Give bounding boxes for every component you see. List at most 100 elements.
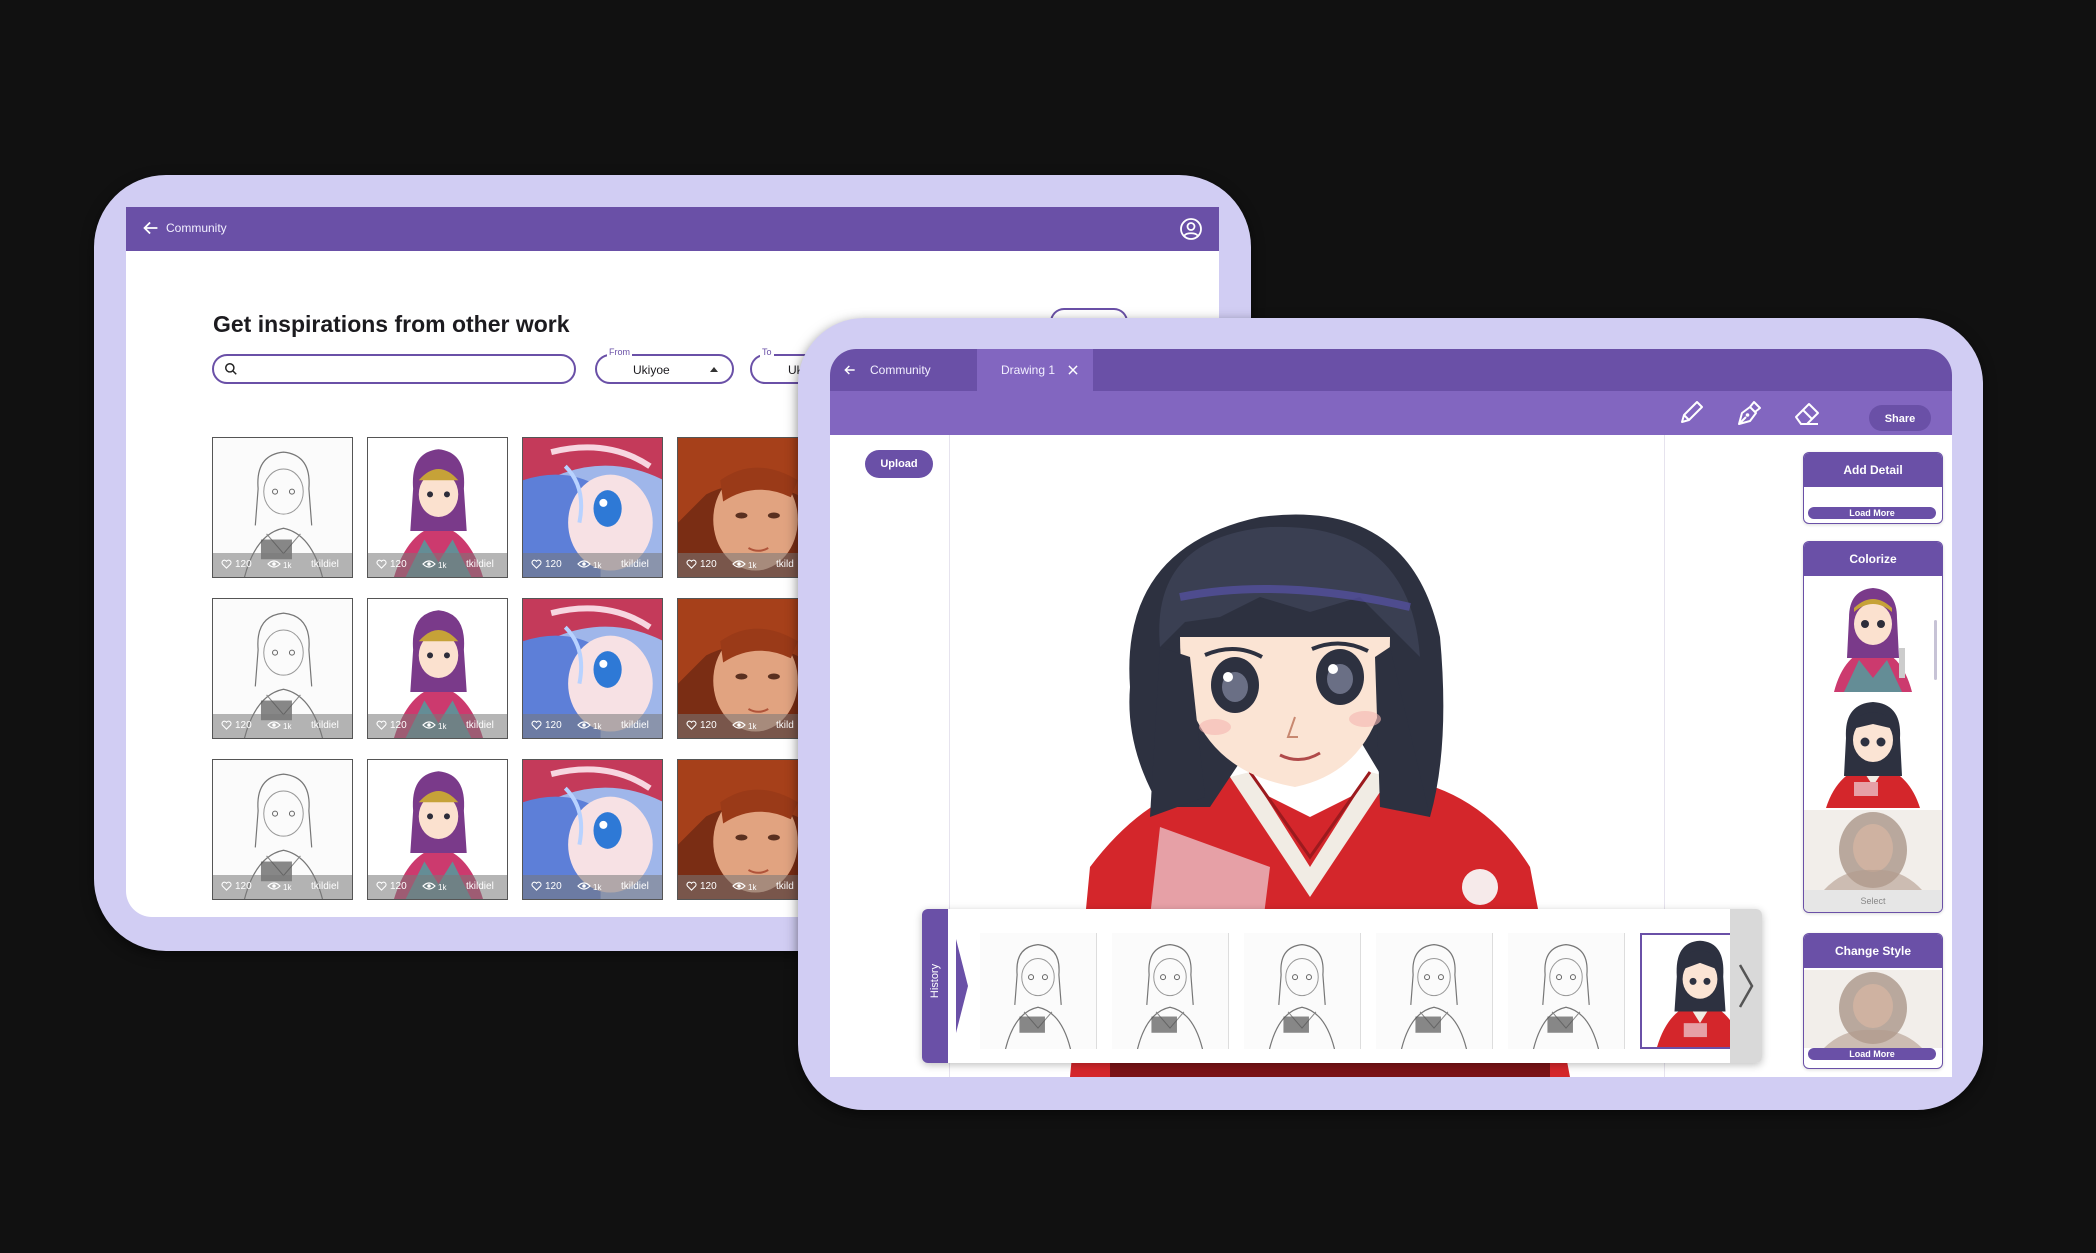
history-prev-indicator[interactable] <box>956 939 968 1033</box>
likes-count: 120 <box>390 559 407 570</box>
heart-icon[interactable] <box>531 881 542 894</box>
heart-icon[interactable] <box>686 720 697 733</box>
history-item[interactable] <box>980 933 1097 1049</box>
likes-count: 120 <box>700 881 717 892</box>
views-count: 1k <box>748 883 757 892</box>
colorize-option-2[interactable] <box>1804 694 1942 808</box>
heart-icon[interactable] <box>221 720 232 733</box>
heart-icon[interactable] <box>686 559 697 572</box>
history-tab[interactable]: History <box>922 909 948 1063</box>
history-thumbnail <box>980 933 1096 1049</box>
history-item[interactable] <box>1508 933 1625 1049</box>
colorize-panel: Colorize Select <box>1803 541 1943 913</box>
username[interactable]: tkildiel <box>311 559 339 570</box>
gallery-item[interactable]: 120 1k tkild <box>677 759 818 900</box>
username[interactable]: tkildiel <box>311 881 339 892</box>
gallery-item[interactable]: 120 1k tkildiel <box>522 437 663 578</box>
gallery-item[interactable]: 120 1k tkildiel <box>212 437 353 578</box>
username[interactable]: tkildiel <box>466 720 494 731</box>
history-thumbnail <box>1508 933 1624 1049</box>
pen-nib-icon[interactable] <box>1733 397 1765 429</box>
username[interactable]: tkildiel <box>621 881 649 892</box>
back-arrow-icon[interactable] <box>842 362 858 378</box>
gallery-item[interactable]: 120 1k tkildiel <box>212 598 353 739</box>
chevron-right-icon <box>1738 964 1754 1008</box>
eye-icon <box>267 720 281 733</box>
tab-community[interactable]: Community <box>830 349 977 391</box>
views-count: 1k <box>748 722 757 731</box>
colorize-option-3[interactable] <box>1804 810 1942 890</box>
views-count: 1k <box>438 561 447 570</box>
change-style-option-1[interactable] <box>1804 970 1942 1048</box>
heart-icon[interactable] <box>376 559 387 572</box>
likes-count: 120 <box>545 559 562 570</box>
gallery-item[interactable]: 120 1k tkild <box>677 437 818 578</box>
tab-community-label: Community <box>870 363 931 377</box>
gallery-item[interactable]: 120 1k tkildiel <box>522 759 663 900</box>
views-count: 1k <box>283 883 292 892</box>
gallery-item-stats: 120 1k tkildiel <box>213 875 352 899</box>
views-count: 1k <box>438 883 447 892</box>
views-count: 1k <box>283 722 292 731</box>
change-style-load-more-button[interactable]: Load More <box>1808 1048 1936 1060</box>
gallery-item[interactable]: 120 1k tkildiel <box>367 598 508 739</box>
gallery-item[interactable]: 120 1k tkildiel <box>212 759 353 900</box>
eye-icon <box>577 881 591 894</box>
gallery-item[interactable]: 120 1k tkildiel <box>367 759 508 900</box>
heart-icon[interactable] <box>376 881 387 894</box>
eye-icon <box>732 881 746 894</box>
gallery-item-stats: 120 1k tkildiel <box>523 553 662 577</box>
username[interactable]: tkild <box>776 881 794 892</box>
add-detail-title: Add Detail <box>1804 453 1942 487</box>
username[interactable]: tkildiel <box>621 720 649 731</box>
likes-count: 120 <box>235 881 252 892</box>
username[interactable]: tkildiel <box>621 559 649 570</box>
gallery-item[interactable]: 120 1k tkildiel <box>367 437 508 578</box>
likes-count: 120 <box>545 881 562 892</box>
username[interactable]: tkildiel <box>466 559 494 570</box>
eye-icon <box>577 720 591 733</box>
eye-icon <box>422 720 436 733</box>
upload-button[interactable]: Upload <box>865 450 933 478</box>
colorize-title: Colorize <box>1804 542 1942 576</box>
heart-icon[interactable] <box>531 559 542 572</box>
heart-icon[interactable] <box>221 559 232 572</box>
history-label: History <box>929 963 941 999</box>
gallery-item[interactable]: 120 1k tkild <box>677 598 818 739</box>
gallery-item-stats: 120 1k tkildiel <box>523 875 662 899</box>
username[interactable]: tkild <box>776 559 794 570</box>
gallery-item-stats: 120 1k tkild <box>678 714 817 738</box>
heart-icon[interactable] <box>686 881 697 894</box>
username[interactable]: tkildiel <box>311 720 339 731</box>
likes-count: 120 <box>700 559 717 570</box>
share-button[interactable]: Share <box>1869 405 1931 431</box>
gallery-item-stats: 120 1k tkildiel <box>213 553 352 577</box>
colorize-option-1[interactable] <box>1804 578 1942 692</box>
colorize-select-button[interactable]: Select <box>1804 890 1942 912</box>
history-next-button[interactable] <box>1730 909 1762 1063</box>
history-thumbnail <box>1376 933 1492 1049</box>
eye-icon <box>422 559 436 572</box>
history-item[interactable] <box>1376 933 1493 1049</box>
heart-icon[interactable] <box>531 720 542 733</box>
views-count: 1k <box>283 561 292 570</box>
eye-icon <box>267 881 281 894</box>
gallery-item[interactable]: 120 1k tkildiel <box>522 598 663 739</box>
tab-drawing-1[interactable]: Drawing 1 <box>977 349 1093 391</box>
username[interactable]: tkildiel <box>466 881 494 892</box>
heart-icon[interactable] <box>376 720 387 733</box>
likes-count: 120 <box>390 881 407 892</box>
close-icon[interactable] <box>1066 363 1080 377</box>
gallery-item-stats: 120 1k tkildiel <box>368 875 507 899</box>
history-item[interactable] <box>1244 933 1361 1049</box>
eraser-icon[interactable] <box>1791 397 1823 429</box>
heart-icon[interactable] <box>221 881 232 894</box>
history-item[interactable] <box>1112 933 1229 1049</box>
gallery-item-stats: 120 1k tkildiel <box>523 714 662 738</box>
username[interactable]: tkild <box>776 720 794 731</box>
history-panel: History <box>922 909 1762 1063</box>
colorize-scrollbar[interactable] <box>1934 620 1937 680</box>
add-detail-load-more-button[interactable]: Load More <box>1808 507 1936 519</box>
likes-count: 120 <box>700 720 717 731</box>
pencil-icon[interactable] <box>1675 397 1707 429</box>
